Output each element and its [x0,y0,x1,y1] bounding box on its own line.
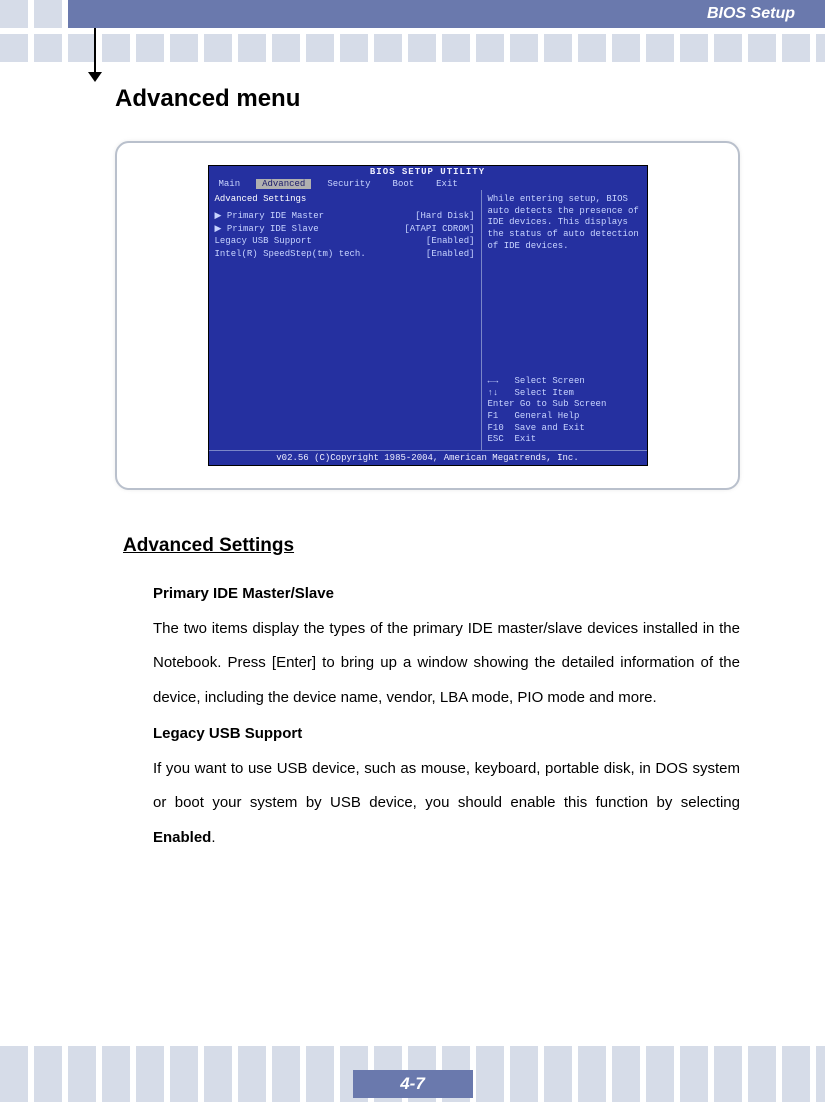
bios-row-label: Intel(R) SpeedStep(tm) tech. [215,248,366,261]
bios-menu-bar: Main Advanced Security Boot Exit [209,178,647,190]
arrow-down-icon [88,72,102,82]
bios-row-value: [ATAPI CDROM] [404,223,474,236]
bios-row: Intel(R) SpeedStep(tm) tech. [Enabled] [215,248,475,261]
paragraph-usb: If you want to use USB device, such as m… [153,752,740,856]
bios-row-value: [Enabled] [426,248,475,261]
bios-row-label: Legacy USB Support [215,235,312,248]
bios-key: F1 General Help [488,411,641,423]
sub-heading-ide: Primary IDE Master/Slave [153,577,740,612]
bios-row-value: [Hard Disk] [415,210,474,223]
bios-right-panel: While entering setup, BIOS auto detects … [482,190,647,450]
bios-left-panel: Advanced Settings ▶ Primary IDE Master [… [209,190,482,450]
bios-row: ▶ Primary IDE Slave [ATAPI CDROM] [215,223,475,236]
bios-key: F10 Save and Exit [488,423,641,435]
page-number: 4-7 [353,1070,473,1098]
page-content: Advanced menu BIOS SETUP UTILITY Main Ad… [115,85,740,855]
header-title: BIOS Setup [707,5,795,23]
top-decoration: BIOS Setup [0,0,825,62]
paragraph-ide: The two items display the types of the p… [153,612,740,716]
page-title: Advanced menu [115,85,740,113]
sub-heading-usb: Legacy USB Support [153,717,740,752]
top-squares-row [0,34,825,62]
bottom-decoration: 4-7 [0,1042,825,1098]
bios-menu-security: Security [321,179,376,189]
bios-row-label: ▶ Primary IDE Master [215,210,325,223]
bios-row: Legacy USB Support [Enabled] [215,235,475,248]
p-usb-pre: If you want to use USB device, such as m… [153,760,740,812]
bios-menu-main: Main [213,179,247,189]
bios-key: ←→ Select Screen [488,376,641,388]
bios-key: Enter Go to Sub Screen [488,399,641,411]
bios-footer: v02.56 (C)Copyright 1985-2004, American … [209,450,647,465]
article-body: Primary IDE Master/Slave The two items d… [153,577,740,855]
bios-menu-exit: Exit [430,179,464,189]
bios-row: ▶ Primary IDE Master [Hard Disk] [215,210,475,223]
bios-utility-title: BIOS SETUP UTILITY [209,166,647,178]
header-title-bar: BIOS Setup [95,0,825,28]
p-usb-bold: Enabled [153,829,211,846]
bios-key-legend: ←→ Select Screen ↑↓ Select Item Enter Go… [488,376,641,446]
bios-screenshot: BIOS SETUP UTILITY Main Advanced Securit… [208,165,648,466]
bios-screenshot-frame: BIOS SETUP UTILITY Main Advanced Securit… [115,141,740,490]
bios-key: ↑↓ Select Item [488,388,641,400]
p-usb-post: . [211,829,215,846]
bios-menu-advanced: Advanced [256,179,311,189]
bios-menu-boot: Boot [387,179,421,189]
bios-row-label: ▶ Primary IDE Slave [215,223,319,236]
arrow-line [94,28,96,76]
bios-panel-title: Advanced Settings [215,194,475,204]
bios-key: ESC Exit [488,434,641,446]
bios-row-value: [Enabled] [426,235,475,248]
bios-help-text: While entering setup, BIOS auto detects … [488,194,641,252]
section-heading: Advanced Settings [123,535,740,557]
